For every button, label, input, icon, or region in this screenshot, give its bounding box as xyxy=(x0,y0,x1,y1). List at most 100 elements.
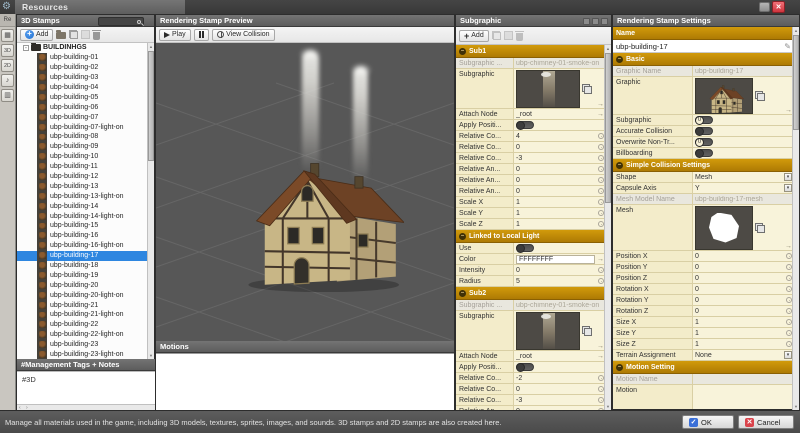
toggle-switch[interactable] xyxy=(695,149,713,157)
preview-panel-header: Rendering Stamp Preview xyxy=(156,15,454,27)
stamp-tree-scrollbar[interactable]: ▲ ▼ xyxy=(147,43,154,359)
section-header[interactable]: –Simple Collision Settings xyxy=(613,159,794,172)
toggle-switch[interactable] xyxy=(516,244,534,252)
toggle-switch[interactable] xyxy=(695,127,713,135)
model-box-icon[interactable]: ▦ xyxy=(1,29,14,42)
window-restore-button[interactable] xyxy=(759,2,770,12)
list-item[interactable]: ubp-building-14 xyxy=(17,201,149,211)
list-item[interactable]: ubp-building-11 xyxy=(17,162,149,172)
list-item[interactable]: ubp-building-23-light-on xyxy=(17,350,149,359)
list-item[interactable]: ubp-building-16 xyxy=(17,231,149,241)
subgraphic-scrollbar[interactable]: ▲ ▼ xyxy=(604,45,611,410)
list-item[interactable]: ubp-building-08 xyxy=(17,132,149,142)
stamp-link-icon[interactable] xyxy=(582,326,592,336)
list-item[interactable]: ubp-building-23 xyxy=(17,340,149,350)
trash-icon[interactable] xyxy=(93,32,100,40)
link-arrow-icon[interactable]: → xyxy=(597,353,604,360)
tags-notes-area[interactable]: #3D xyxy=(17,371,155,404)
property-row: Apply Positi... xyxy=(456,362,606,373)
ok-button[interactable]: ✓OK xyxy=(682,415,734,429)
list-item[interactable]: ubp-building-19 xyxy=(17,270,149,280)
property-value-cell xyxy=(693,126,794,136)
view-collision-button[interactable]: View Collision xyxy=(212,29,274,41)
section-header[interactable]: –Basic xyxy=(613,53,794,66)
list-item[interactable]: ubp-building-15 xyxy=(17,221,149,231)
link-arrow-icon[interactable]: → xyxy=(597,111,604,118)
link-arrow-icon[interactable]: → xyxy=(597,343,604,350)
copy-icon[interactable] xyxy=(492,31,501,40)
tree-folder-row[interactable]: - BUILDINHGS xyxy=(17,43,149,53)
sound-icon[interactable]: ♪ xyxy=(1,74,14,87)
list-item[interactable]: ubp-building-07 xyxy=(17,112,149,122)
list-item[interactable]: ubp-building-03 xyxy=(17,73,149,83)
link-arrow-icon[interactable]: → xyxy=(785,107,792,114)
list-item[interactable]: ubp-building-22 xyxy=(17,320,149,330)
section-header[interactable]: –Sub2 xyxy=(456,287,606,300)
list-item[interactable]: ubp-building-12 xyxy=(17,172,149,182)
settings-scrollbar[interactable]: ▲ ▼ xyxy=(792,27,799,410)
preview-viewport[interactable] xyxy=(156,43,454,341)
link-arrow-icon[interactable]: → xyxy=(785,243,792,250)
list-item[interactable]: ubp-building-18 xyxy=(17,261,149,271)
motions-list[interactable] xyxy=(156,353,454,410)
list-item[interactable]: ubp-building-20-light-on xyxy=(17,290,149,300)
add-subgraphic-button[interactable]: +Add xyxy=(459,30,489,42)
panel-close-icon[interactable] xyxy=(601,18,608,25)
save-icon[interactable] xyxy=(81,30,90,39)
trash-icon[interactable] xyxy=(516,33,523,41)
toggle-switch[interactable]: 0 xyxy=(695,116,713,124)
collapse-toggle-icon[interactable]: - xyxy=(23,45,29,51)
list-item[interactable]: ubp-building-01 xyxy=(17,53,149,63)
list-item[interactable]: ubp-building-13 xyxy=(17,181,149,191)
play-button[interactable]: Play xyxy=(159,29,191,41)
cancel-button[interactable]: ✕Cancel xyxy=(738,415,794,429)
list-item[interactable]: ubp-building-05 xyxy=(17,92,149,102)
section-header[interactable]: –Motion Setting xyxy=(613,361,794,374)
stamp-link-icon[interactable] xyxy=(582,84,592,94)
dropdown-icon[interactable]: ▾ xyxy=(784,173,792,181)
property-label: Relative An... xyxy=(456,175,514,185)
link-arrow-icon[interactable]: → xyxy=(597,256,604,263)
list-item[interactable]: ubp-building-13-light-on xyxy=(17,191,149,201)
toggle-switch[interactable]: 0 xyxy=(695,138,713,146)
stamp-link-icon[interactable] xyxy=(755,223,765,233)
list-item[interactable]: ubp-building-06 xyxy=(17,102,149,112)
dropdown-icon[interactable]: ▾ xyxy=(784,184,792,192)
list-item[interactable]: ubp-building-02 xyxy=(17,63,149,73)
stamp-search-input[interactable] xyxy=(98,17,144,26)
window-close-button[interactable]: ✕ xyxy=(772,1,785,13)
text-input[interactable]: FFFFFFFF xyxy=(516,255,595,264)
list-item[interactable]: ubp-building-22-light-on xyxy=(17,330,149,340)
duplicate-icon[interactable] xyxy=(69,30,78,39)
section-header[interactable]: –Linked to Local Light xyxy=(456,230,606,243)
list-item[interactable]: ubp-building-09 xyxy=(17,142,149,152)
stamp-link-icon[interactable] xyxy=(755,91,765,101)
save-icon[interactable] xyxy=(504,31,513,40)
list-item[interactable]: ubp-building-21 xyxy=(17,300,149,310)
panel-pin-icon[interactable] xyxy=(583,18,590,25)
list-item[interactable]: ubp-building-14-light-on xyxy=(17,211,149,221)
folder-label: BUILDINHGS xyxy=(43,44,87,51)
list-item[interactable]: ubp-building-17 xyxy=(17,251,149,261)
section-header[interactable]: –Sub1 xyxy=(456,45,606,58)
link-arrow-icon[interactable]: → xyxy=(597,101,604,108)
panel-float-icon[interactable] xyxy=(592,18,599,25)
property-row: Size Y1 xyxy=(613,328,794,339)
list-item[interactable]: ubp-building-10 xyxy=(17,152,149,162)
list-item[interactable]: ubp-building-16-light-on xyxy=(17,241,149,251)
stamps-2d-icon[interactable]: 2D xyxy=(1,59,14,72)
list-item[interactable]: ubp-building-20 xyxy=(17,280,149,290)
list-item[interactable]: ubp-building-04 xyxy=(17,83,149,93)
toggle-switch[interactable] xyxy=(516,363,534,371)
movie-icon[interactable]: ▥ xyxy=(1,89,14,102)
sidebar-collapsed-tab[interactable]: Re xyxy=(0,14,15,27)
list-item[interactable]: ubp-building-21-light-on xyxy=(17,310,149,320)
list-item[interactable]: ubp-building-07-light-on xyxy=(17,122,149,132)
dropdown-icon[interactable]: ▾ xyxy=(784,351,792,359)
add-stamp-button[interactable]: +Add xyxy=(20,29,53,41)
pause-button[interactable] xyxy=(194,29,210,41)
toggle-switch[interactable] xyxy=(516,121,534,129)
new-folder-icon[interactable] xyxy=(56,32,66,39)
stamps-3d-icon[interactable]: 3D xyxy=(1,44,14,57)
stamp-name-input[interactable]: ubp-building-17 ✎ xyxy=(613,40,794,53)
